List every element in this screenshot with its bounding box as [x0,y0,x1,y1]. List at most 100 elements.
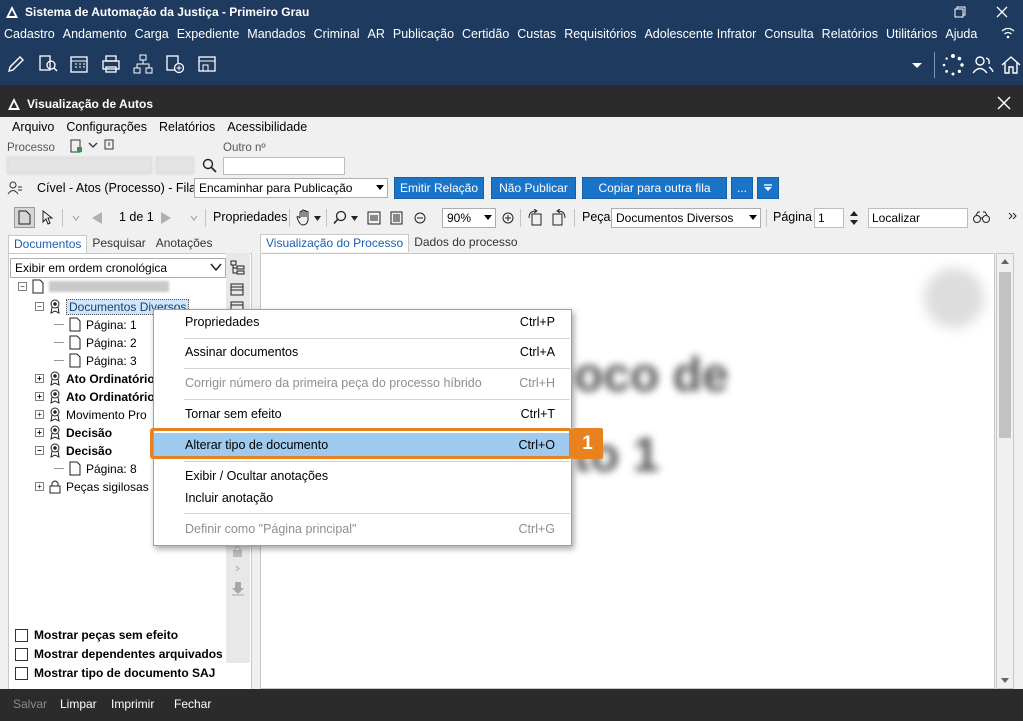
order-select[interactable]: Exibir em ordem cronológica [10,258,226,278]
scroll-up-icon[interactable] [1001,258,1009,264]
collapse-icon[interactable]: − [35,446,44,455]
fit-width-icon[interactable] [367,211,381,225]
search-icon[interactable] [202,158,217,173]
menu-configuracoes[interactable]: Configurações [60,120,153,138]
checkbox-box[interactable] [15,666,28,680]
expand-icon[interactable]: + [35,392,44,401]
overflow-icon[interactable] [1008,212,1017,224]
menu-ajuda[interactable]: Ajuda [941,27,981,41]
tree-node-page[interactable]: Página: 2 [54,334,137,351]
rotate-right-icon[interactable] [550,209,567,226]
tree-node-page[interactable]: Página: 1 [54,316,137,333]
tree-node-ato-ordinatorio[interactable]: + Ato Ordinatório [35,370,155,387]
list-icon[interactable] [230,283,244,296]
checkbox-dependentes-arquivados[interactable]: Mostrar dependentes arquivados [15,647,223,661]
emitir-relacao-button[interactable]: Emitir Relação [394,177,484,199]
menu-ar[interactable]: AR [364,27,389,41]
peca-select[interactable]: Documentos Diversos [611,208,761,228]
move-down-icon[interactable] [231,581,245,596]
tree-node-decisao[interactable]: + Decisão [35,424,112,441]
restore-button[interactable] [939,0,981,23]
dropdown-arrow-icon[interactable] [906,54,928,76]
collapse-icon[interactable]: − [18,282,27,291]
pagina-input[interactable]: 1 [814,208,844,228]
menu-publicacao[interactable]: Publicação [389,27,458,41]
tree-node-pecas-sigilosas[interactable]: + Peças sigilosas [35,478,149,495]
expand-icon[interactable]: + [35,410,44,419]
menu-criminal[interactable]: Criminal [310,27,364,41]
zoom-tool-icon[interactable] [333,210,348,225]
nao-publicar-button[interactable]: Não Publicar [491,177,576,199]
zoom-in-icon[interactable] [502,212,514,224]
tree-node-page[interactable]: Página: 8 [54,460,137,477]
expand-icon[interactable]: + [35,374,44,383]
hierarchy-icon[interactable] [132,53,154,75]
menu-utilitarios[interactable]: Utilitários [882,27,941,41]
chevron-down-icon[interactable] [351,216,358,221]
lock-icon[interactable] [232,545,243,558]
checkbox-tipo-documento-saj[interactable]: Mostrar tipo de documento SAJ [15,666,215,680]
menu-arquivo[interactable]: Arquivo [6,120,60,138]
outro-numero-input[interactable] [223,157,345,175]
tree-node-movimento[interactable]: + Movimento Pro [35,406,147,423]
chevron-down-icon[interactable] [88,141,98,149]
tab-documentos[interactable]: Documentos [8,235,88,253]
toggle-tree-button[interactable] [14,207,35,228]
expand-icon[interactable]: + [35,482,44,491]
tab-visualizacao-processo[interactable]: Visualização do Processo [260,234,410,252]
window-close-button[interactable] [997,94,1011,115]
tree-options-icon[interactable] [230,260,245,275]
binoculars-icon[interactable] [973,211,990,224]
loading-icon[interactable] [941,53,965,77]
expand-icon[interactable]: + [35,428,44,437]
menu-mandados[interactable]: Mandados [243,27,309,41]
tab-pesquisar[interactable]: Pesquisar [87,235,150,253]
tree-root[interactable]: − [18,278,169,295]
scrollbar-thumb[interactable] [999,272,1011,438]
scroll-down-icon[interactable] [1001,678,1009,684]
menu-expediente[interactable]: Expediente [173,27,244,41]
tree-node-decisao[interactable]: − Decisão [35,442,112,459]
processo-foro-field[interactable] [156,157,194,174]
first-page-icon[interactable] [72,215,80,221]
select-icon[interactable] [40,210,54,226]
ctx-item-propriedades[interactable]: Propriedades Ctrl+P [154,311,571,333]
viewer-scrollbar[interactable] [996,253,1014,689]
hand-tool-icon[interactable] [296,209,312,226]
menu-requisitorios[interactable]: Requisitórios [560,27,640,41]
home-icon[interactable] [999,53,1023,77]
copiar-outra-fila-button[interactable]: Copiar para outra fila [582,177,727,199]
salvar-button[interactable]: Salvar [13,697,47,711]
edit-icon[interactable] [5,53,27,75]
propriedades-button[interactable]: Propriedades [213,210,287,224]
page-stepper-icon[interactable] [849,208,859,228]
app-close-button[interactable] [981,0,1023,23]
tab-dados-processo[interactable]: Dados do processo [409,234,522,252]
previous-page-icon[interactable] [90,211,104,225]
fit-page-icon[interactable] [390,211,403,225]
tree-node-page[interactable]: Página: 3 [54,352,137,369]
menu-acessibilidade[interactable]: Acessibilidade [221,120,313,138]
note-icon[interactable] [104,139,115,151]
ctx-item-exibir-ocultar-anotacoes[interactable]: Exibir / Ocultar anotações [154,465,571,487]
zoom-select[interactable]: 90% [442,208,496,228]
menu-cadastro[interactable]: Cadastro [0,27,59,41]
menu-relatorios-window[interactable]: Relatórios [153,120,221,138]
chevron-down-icon[interactable] [314,216,321,221]
last-page-icon[interactable] [190,215,198,221]
menu-certidao[interactable]: Certidão [458,27,513,41]
checkbox-box[interactable] [15,628,28,642]
ctx-item-tornar-sem-efeito[interactable]: Tornar sem efeito Ctrl+T [154,403,571,425]
add-doc-icon[interactable] [164,53,186,75]
window-icon[interactable] [196,53,218,75]
ctx-item-incluir-anotacao[interactable]: Incluir anotação [154,487,571,509]
chevron-right-icon[interactable] [235,565,240,572]
more-options-button[interactable]: ... [731,177,753,199]
users-icon[interactable] [971,53,995,77]
menu-relatorios[interactable]: Relatórios [818,27,882,41]
new-doc-icon[interactable] [70,139,83,153]
collapse-icon[interactable]: − [35,302,44,311]
menu-consulta[interactable]: Consulta [760,27,817,41]
processo-number-field[interactable] [7,157,152,174]
rotate-left-icon[interactable] [527,209,544,226]
